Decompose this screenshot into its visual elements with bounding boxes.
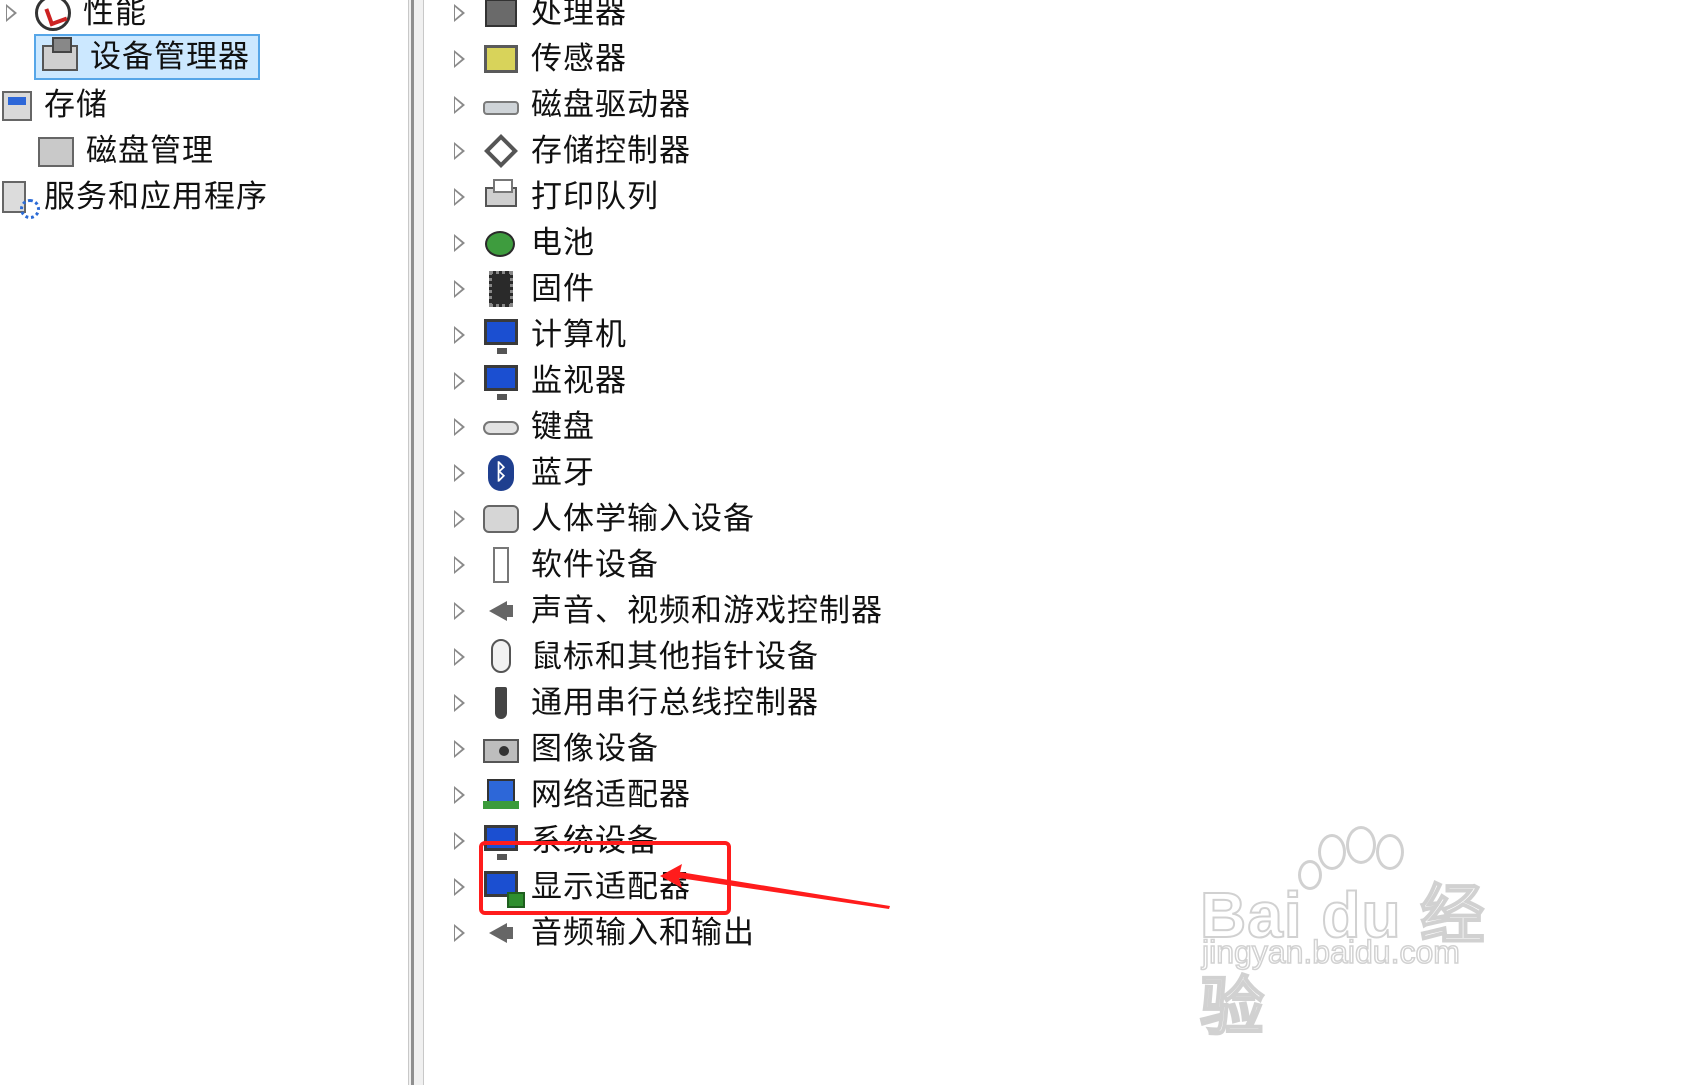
expand-arrow-icon[interactable] [454,418,465,436]
device-category-software-device[interactable]: 软件设备 [454,540,659,590]
device-category-label: 声音、视频和游戏控制器 [531,592,883,629]
expand-arrow-icon[interactable] [454,786,465,804]
device-category-label: 处理器 [531,0,627,31]
expand-arrow-icon[interactable] [454,832,465,850]
device-category-monitor[interactable]: 监视器 [454,356,627,406]
device-category-label: 计算机 [531,316,627,353]
tree-item-label: 存储 [44,86,108,123]
device-category-disk-drive[interactable]: 磁盘驱动器 [454,80,691,130]
hid-icon [481,499,521,539]
expand-arrow-icon[interactable] [454,372,465,390]
device-category-battery[interactable]: 电池 [454,218,595,268]
device-category-print-queue[interactable]: 打印队列 [454,172,659,222]
network-adapter-icon [481,775,521,815]
sensor-icon [481,39,521,79]
keyboard-icon [481,407,521,447]
device-category-sensor[interactable]: 传感器 [454,34,627,84]
tree-item-label: 设备管理器 [90,38,250,75]
expand-arrow-icon[interactable] [454,4,465,22]
device-category-network-adapter[interactable]: 网络适配器 [454,770,691,820]
device-category-computer[interactable]: 计算机 [454,310,627,360]
expand-arrow-icon[interactable] [454,924,465,942]
left-navigation-tree: 性能 设备管理器 存储 磁盘管理 服务和应用程序 [0,0,408,1085]
device-category-label: 电池 [531,224,595,261]
expand-arrow-icon[interactable] [6,4,17,22]
disk-management-icon [36,131,76,171]
audio-io-icon [481,913,521,953]
device-category-label: 固件 [531,270,595,307]
expand-arrow-icon[interactable] [454,234,465,252]
tree-item-services[interactable]: 服务和应用程序 [0,172,268,222]
device-category-usb-controller[interactable]: 通用串行总线控制器 [454,678,819,728]
expand-arrow-icon[interactable] [454,188,465,206]
storage-icon [0,85,40,125]
device-category-imaging-device[interactable]: 图像设备 [454,724,659,774]
usb-icon [481,683,521,723]
device-category-label: 存储控制器 [531,132,691,169]
expand-arrow-icon[interactable] [454,50,465,68]
expand-arrow-icon[interactable] [454,694,465,712]
tree-item-storage[interactable]: 存储 [0,80,108,130]
expand-arrow-icon[interactable] [454,326,465,344]
expand-arrow-icon[interactable] [454,740,465,758]
device-category-label: 人体学输入设备 [531,500,755,537]
expand-arrow-icon[interactable] [454,142,465,160]
device-category-label: 键盘 [531,408,595,445]
services-icon [0,177,40,219]
expand-arrow-icon[interactable] [454,556,465,574]
device-category-sound-video-game[interactable]: 声音、视频和游戏控制器 [454,586,883,636]
battery-icon [481,223,521,263]
expand-arrow-icon[interactable] [454,878,465,896]
storage-controller-icon [481,131,521,171]
tree-item-device-manager[interactable]: 设备管理器 [34,34,260,80]
device-category-label: 音频输入和输出 [531,914,755,951]
device-category-label: 图像设备 [531,730,659,767]
mouse-icon [481,637,521,677]
device-category-label: 软件设备 [531,546,659,583]
device-category-label: 打印队列 [531,178,659,215]
software-device-icon [481,545,521,585]
baidu-jingyan-watermark: Bai du 经验 jingyan.baidu.com [1199,826,1500,1044]
expand-arrow-icon[interactable] [454,510,465,528]
tree-item-disk-management[interactable]: 磁盘管理 [36,126,214,176]
device-manager-icon [40,37,80,77]
device-category-label: 磁盘驱动器 [531,86,691,123]
expand-arrow-icon[interactable] [454,464,465,482]
monitor-icon [481,361,521,401]
tree-item-label: 性能 [83,0,147,31]
splitter-divider [411,0,414,1085]
device-category-mouse[interactable]: 鼠标和其他指针设备 [454,632,819,682]
device-category-label: 监视器 [531,362,627,399]
device-category-keyboard[interactable]: 键盘 [454,402,595,452]
expand-arrow-icon[interactable] [454,602,465,620]
performance-icon [33,0,73,33]
expand-arrow-icon[interactable] [454,96,465,114]
device-category-storage-controller[interactable]: 存储控制器 [454,126,691,176]
expand-arrow-icon[interactable] [454,648,465,666]
device-category-hid[interactable]: 人体学输入设备 [454,494,755,544]
watermark-url: jingyan.baidu.com [1201,933,1460,971]
device-category-label: 传感器 [531,40,627,77]
computer-icon [481,315,521,355]
firmware-icon [481,269,521,309]
tree-item-performance[interactable]: 性能 [6,0,147,38]
device-tree: 处理器 传感器 磁盘驱动器 存储控制器 打印队列 电池 固件 计算机 监视器 键… [424,0,1704,1085]
device-category-label: 通用串行总线控制器 [531,684,819,721]
camera-icon [481,729,521,769]
device-category-processor[interactable]: 处理器 [454,0,627,38]
tree-item-label: 服务和应用程序 [44,178,268,215]
tree-item-label: 磁盘管理 [86,132,214,169]
device-category-label: 网络适配器 [531,776,691,813]
printer-icon [481,177,521,217]
device-category-label: 鼠标和其他指针设备 [531,638,819,675]
device-category-label: 蓝牙 [531,454,595,491]
processor-icon [481,0,521,33]
bluetooth-icon: ᛒ [481,453,521,493]
speaker-icon [481,591,521,631]
device-category-firmware[interactable]: 固件 [454,264,595,314]
device-category-bluetooth[interactable]: ᛒ 蓝牙 [454,448,595,498]
expand-arrow-icon[interactable] [454,280,465,298]
annotation-arrow [660,864,890,909]
disk-drive-icon [481,85,521,125]
